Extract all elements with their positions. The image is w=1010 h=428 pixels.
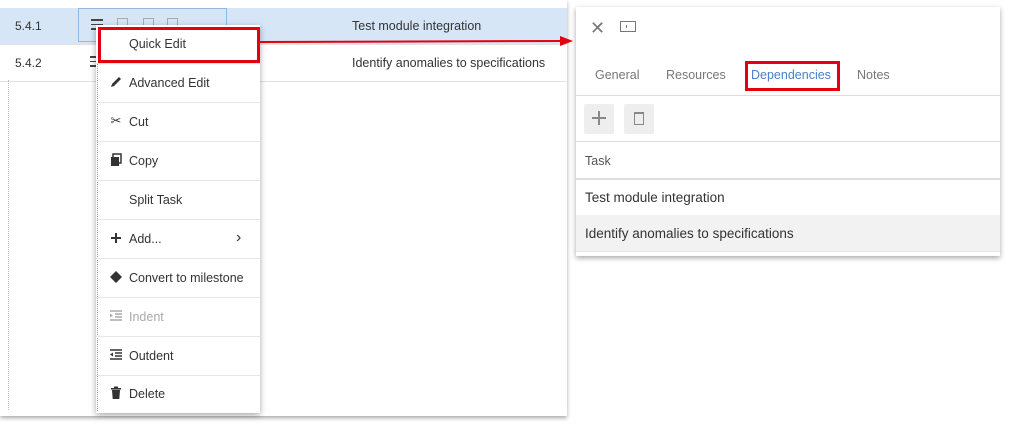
menu-item-label: Convert to milestone: [129, 271, 244, 285]
menu-item-delete[interactable]: Delete: [96, 375, 260, 413]
table-row[interactable]: 5.4.2 Identify anomalies to specificatio…: [0, 45, 567, 82]
task-name-cell: Identify anomalies to specifications: [352, 56, 546, 70]
column-header[interactable]: Task: [576, 141, 1000, 180]
dependency-name: Identify anomalies to specifications: [585, 226, 794, 241]
dependencies-tab-highlight: [745, 61, 840, 91]
chevron-right-icon: ›: [236, 229, 242, 246]
plus-icon: [592, 112, 606, 123]
menu-item-label: Split Task: [129, 193, 183, 207]
wbs-cell: 5.4.2: [15, 56, 42, 70]
plus-icon: [109, 231, 123, 245]
wbs-cell: 5.4.1: [15, 19, 42, 33]
quick-edit-highlight: [98, 27, 260, 63]
trash-icon: [109, 386, 123, 400]
menu-item-label: Copy: [129, 154, 159, 168]
menu-item-label: Delete: [129, 387, 166, 401]
outdent-icon: [109, 348, 123, 362]
add-dependency-button[interactable]: [584, 104, 614, 134]
menu-item-outdent[interactable]: Outdent: [96, 337, 260, 376]
task-name-cell: Test module integration: [352, 19, 482, 33]
tab-notes[interactable]: Notes: [857, 68, 890, 82]
menu-item-indent[interactable]: Indent: [96, 298, 260, 337]
menu-item-advanced-edit[interactable]: Advanced Edit: [96, 64, 260, 103]
menu-item-label: Outdent: [129, 349, 174, 363]
menu-item-convert-to-milestone[interactable]: Convert to milestone: [96, 259, 260, 298]
scissors-icon: ✂: [110, 113, 122, 128]
tab-general[interactable]: General: [595, 68, 639, 82]
tree-guide-line: [8, 80, 9, 410]
menu-item-copy[interactable]: Copy: [96, 142, 260, 181]
pencil-icon: [109, 75, 123, 89]
task-grid: 5.4.1 Test module integration 5.4.2 Iden…: [0, 0, 567, 416]
list-item[interactable]: Identify anomalies to specifications: [576, 215, 1000, 252]
copy-icon: [109, 153, 123, 167]
tab-resources[interactable]: Resources: [666, 68, 726, 82]
diamond-icon: [109, 270, 123, 284]
indent-icon: [109, 309, 123, 323]
task-detail-panel: ✕ General Resources Dependencies Notes T…: [576, 7, 1000, 256]
menu-item-cut[interactable]: ✂ Cut: [96, 103, 260, 142]
menu-item-label: Indent: [129, 310, 164, 324]
menu-item-split-task[interactable]: Split Task: [96, 181, 260, 220]
menu-item-label: Cut: [129, 115, 149, 129]
trash-icon: [634, 112, 644, 125]
context-menu: Quick Edit Advanced Edit ✂ Cut Copy Spli…: [96, 25, 260, 413]
menu-item-add[interactable]: Add... ›: [96, 220, 260, 259]
menu-item-label: Advanced Edit: [129, 76, 210, 90]
dependency-name: Test module integration: [585, 190, 725, 205]
column-header-label: Task: [585, 154, 611, 168]
list-item[interactable]: Test module integration: [576, 179, 1000, 216]
expand-panel-icon[interactable]: [620, 21, 636, 32]
callout-arrow: [260, 36, 573, 46]
close-icon[interactable]: ✕: [590, 18, 605, 39]
tabs-divider: [576, 95, 1000, 96]
delete-dependency-button[interactable]: [624, 104, 654, 134]
menu-item-label: Add...: [129, 232, 162, 246]
